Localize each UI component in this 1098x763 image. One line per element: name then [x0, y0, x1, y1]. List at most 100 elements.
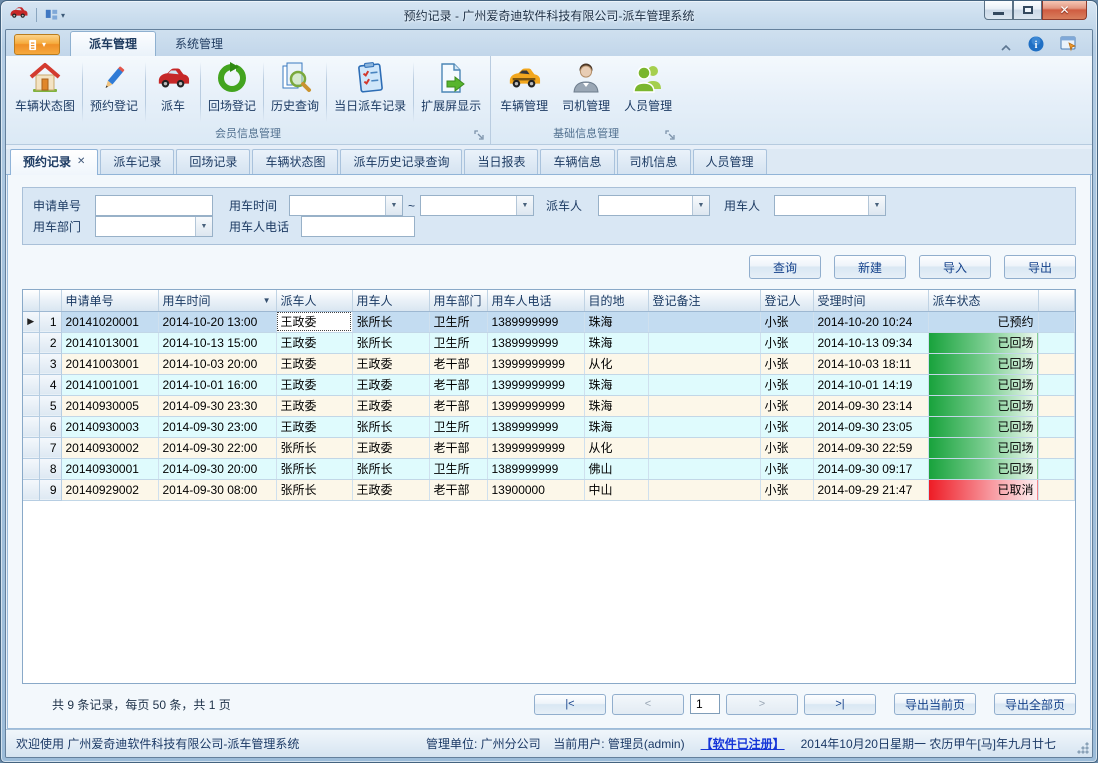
cell-accept_time[interactable]: 2014-09-29 21:47 [813, 479, 928, 500]
cell-phone[interactable]: 13999999999 [487, 374, 584, 395]
personnel-management-button[interactable]: 人员管理 [617, 58, 679, 126]
column-header-registrar[interactable]: 登记人 [760, 290, 813, 311]
cell-phone[interactable]: 13999999999 [487, 353, 584, 374]
cell-user[interactable]: 张所长 [352, 311, 429, 332]
return-register-button[interactable]: 回场登记 [201, 58, 263, 126]
dispatcher-combo[interactable]: ▼ [598, 195, 710, 216]
cell-registrar[interactable]: 小张 [760, 479, 813, 500]
row-number-cell[interactable]: 1 [39, 311, 61, 332]
row-indicator-cell[interactable] [23, 416, 39, 437]
cell-use_time[interactable]: 2014-09-30 23:00 [158, 416, 276, 437]
cell-user[interactable]: 张所长 [352, 332, 429, 353]
cell-use_time[interactable]: 2014-10-20 13:00 [158, 311, 276, 332]
today-dispatch-records-button[interactable]: 当日派车记录 [327, 58, 413, 126]
cell-use_time[interactable]: 2014-09-30 20:00 [158, 458, 276, 479]
ribbon-tab-dispatch[interactable]: 派车管理 [70, 31, 156, 56]
tab-reservation-records[interactable]: 预约记录 ✕ [10, 149, 98, 175]
cell-dispatcher[interactable]: 王政委 [276, 353, 352, 374]
phone-input[interactable] [301, 216, 415, 237]
cell-dispatcher[interactable]: 王政委 [276, 416, 352, 437]
cell-registrar[interactable]: 小张 [760, 353, 813, 374]
cell-dispatcher[interactable]: 王政委 [276, 395, 352, 416]
cell-user[interactable]: 王政委 [352, 479, 429, 500]
driver-management-button[interactable]: 司机管理 [555, 58, 617, 126]
cell-dest[interactable]: 珠海 [584, 374, 648, 395]
cell-apply_no[interactable]: 20140929002 [61, 479, 158, 500]
cell-user[interactable]: 王政委 [352, 353, 429, 374]
cell-dispatcher[interactable]: 张所长 [276, 479, 352, 500]
row-number-cell[interactable]: 4 [39, 374, 61, 395]
cell-dept[interactable]: 卫生所 [429, 458, 487, 479]
cell-use_time[interactable]: 2014-10-01 16:00 [158, 374, 276, 395]
cell-remark[interactable] [648, 458, 760, 479]
cell-status[interactable]: 已回场 [928, 416, 1038, 437]
table-row[interactable]: 5201409300052014-09-30 23:30王政委王政委老干部139… [23, 395, 1075, 416]
column-header-apply_no[interactable]: 申请单号 [61, 290, 158, 311]
tab-dispatch-history-query[interactable]: 派车历史记录查询 [340, 149, 462, 174]
apply-no-input[interactable] [95, 195, 213, 216]
row-indicator-cell[interactable]: ▶ [23, 311, 39, 332]
row-indicator-cell[interactable] [23, 353, 39, 374]
create-button[interactable]: 新建 [834, 255, 906, 279]
cell-accept_time[interactable]: 2014-10-01 14:19 [813, 374, 928, 395]
cell-dest[interactable]: 珠海 [584, 332, 648, 353]
cell-remark[interactable] [648, 353, 760, 374]
column-header-dispatcher[interactable]: 派车人 [276, 290, 352, 311]
last-page-button[interactable]: >| [804, 694, 876, 715]
table-row[interactable]: 9201409290022014-09-30 08:00张所长王政委老干部139… [23, 479, 1075, 500]
cell-apply_no[interactable]: 20141003001 [61, 353, 158, 374]
table-row[interactable]: 3201410030012014-10-03 20:00王政委王政委老干部139… [23, 353, 1075, 374]
tab-vehicle-status-chart[interactable]: 车辆状态图 [252, 149, 338, 174]
user-combo[interactable]: ▼ [774, 195, 886, 216]
cell-dispatcher[interactable]: 王政委 [276, 374, 352, 395]
cell-dept[interactable]: 卫生所 [429, 311, 487, 332]
row-number-cell[interactable]: 9 [39, 479, 61, 500]
table-row[interactable]: 8201409300012014-09-30 20:00张所长张所长卫生所138… [23, 458, 1075, 479]
table-row[interactable]: ▶1201410200012014-10-20 13:00王政委张所长卫生所13… [23, 311, 1075, 332]
cell-user[interactable]: 张所长 [352, 458, 429, 479]
cell-phone[interactable]: 1389999999 [487, 332, 584, 353]
cell-dept[interactable]: 卫生所 [429, 332, 487, 353]
cell-remark[interactable] [648, 395, 760, 416]
row-number-cell[interactable]: 8 [39, 458, 61, 479]
skin-window-icon[interactable] [1060, 36, 1078, 57]
cell-dest[interactable]: 从化 [584, 437, 648, 458]
cell-registrar[interactable]: 小张 [760, 311, 813, 332]
ribbon-tab-system[interactable]: 系统管理 [156, 31, 242, 56]
row-indicator-cell[interactable] [23, 395, 39, 416]
tab-daily-report[interactable]: 当日报表 [464, 149, 538, 174]
cell-use_time[interactable]: 2014-09-30 08:00 [158, 479, 276, 500]
dialog-launcher-icon[interactable] [665, 130, 676, 141]
cell-apply_no[interactable]: 20141013001 [61, 332, 158, 353]
cell-remark[interactable] [648, 374, 760, 395]
dispatch-button[interactable]: 派车 [146, 58, 200, 126]
row-number-cell[interactable]: 5 [39, 395, 61, 416]
query-button[interactable]: 查询 [749, 255, 821, 279]
vehicle-management-button[interactable]: 车辆管理 [493, 58, 555, 126]
cell-user[interactable]: 张所长 [352, 416, 429, 437]
extended-screen-button[interactable]: 扩展屏显示 [414, 58, 488, 126]
next-page-button[interactable]: > [726, 694, 798, 715]
cell-phone[interactable]: 13900000 [487, 479, 584, 500]
prev-page-button[interactable]: < [612, 694, 684, 715]
column-header-use_time[interactable]: 用车时间▼ [158, 290, 276, 311]
license-link[interactable]: 【软件已注册】 [701, 735, 785, 752]
cell-remark[interactable] [648, 416, 760, 437]
cell-apply_no[interactable]: 20140930001 [61, 458, 158, 479]
import-button[interactable]: 导入 [919, 255, 991, 279]
cell-apply_no[interactable]: 20140930002 [61, 437, 158, 458]
cell-dest[interactable]: 从化 [584, 353, 648, 374]
column-header-status[interactable]: 派车状态 [928, 290, 1038, 311]
cell-status[interactable]: 已回场 [928, 332, 1038, 353]
cell-user[interactable]: 王政委 [352, 374, 429, 395]
cell-accept_time[interactable]: 2014-10-03 18:11 [813, 353, 928, 374]
cell-dept[interactable]: 老干部 [429, 353, 487, 374]
cell-dept[interactable]: 老干部 [429, 479, 487, 500]
cell-phone[interactable]: 1389999999 [487, 416, 584, 437]
first-page-button[interactable]: |< [534, 694, 606, 715]
cell-use_time[interactable]: 2014-10-03 20:00 [158, 353, 276, 374]
cell-status[interactable]: 已回场 [928, 458, 1038, 479]
tab-close-icon[interactable]: ✕ [77, 156, 85, 167]
dialog-launcher-icon[interactable] [474, 130, 485, 141]
column-header-accept_time[interactable]: 受理时间 [813, 290, 928, 311]
